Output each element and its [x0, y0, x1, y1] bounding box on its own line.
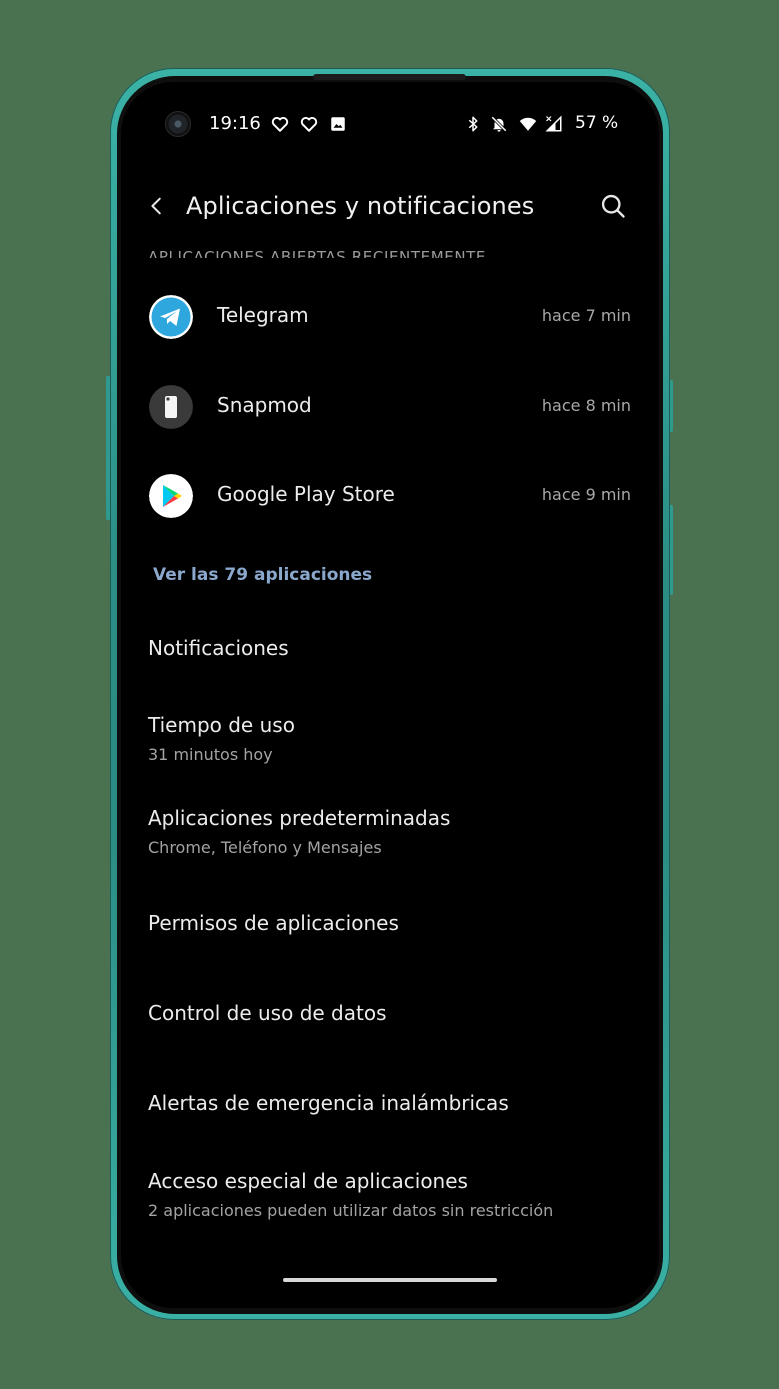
settings-item-title: Aplicaciones predeterminadas — [148, 806, 451, 830]
signal-icon — [545, 115, 562, 132]
image-icon — [331, 117, 345, 131]
settings-item-notificaciones[interactable]: Notificaciones — [148, 636, 289, 660]
section-header-recent-apps: APLICACIONES ABIERTAS RECIENTEMENTE — [148, 248, 486, 258]
app-name: Snapmod — [217, 393, 312, 417]
heart-icon — [271, 116, 289, 132]
front-camera — [165, 111, 191, 137]
settings-item-alertas-emergencia[interactable]: Alertas de emergencia inalámbricas — [148, 1091, 509, 1115]
settings-item-acceso-especial[interactable]: Acceso especial de aplicaciones 2 aplica… — [148, 1169, 553, 1220]
settings-item-title: Control de uso de datos — [148, 1001, 387, 1025]
earpiece-speaker — [313, 74, 466, 80]
app-name: Telegram — [217, 303, 309, 327]
app-last-used: hace 7 min — [541, 306, 631, 325]
arrow-back-icon[interactable] — [146, 194, 168, 218]
status-time: 19:16 — [209, 113, 261, 134]
settings-item-subtitle: Chrome, Teléfono y Mensajes — [148, 838, 382, 857]
heart-icon — [300, 116, 318, 132]
search-icon[interactable] — [599, 192, 627, 220]
phone-icon — [149, 385, 193, 429]
screen: 19:16 57 % Aplicaciones y notificaciones… — [121, 82, 659, 1308]
bluetooth-icon — [468, 116, 478, 132]
recent-app-snapmod[interactable]: Snapmod hace 8 min — [121, 367, 659, 447]
see-all-apps-link[interactable]: Ver las 79 aplicaciones — [153, 565, 372, 585]
settings-item-title: Notificaciones — [148, 636, 289, 660]
page-title: Aplicaciones y notificaciones — [186, 192, 535, 220]
settings-item-control-datos[interactable]: Control de uso de datos — [148, 1001, 387, 1025]
play-store-icon — [149, 474, 193, 518]
app-last-used: hace 8 min — [541, 396, 631, 415]
settings-item-subtitle: 31 minutos hoy — [148, 745, 273, 764]
telegram-icon — [149, 295, 193, 339]
settings-item-subtitle: 2 aplicaciones pueden utilizar datos sin… — [148, 1201, 554, 1220]
gesture-home-bar[interactable] — [283, 1278, 497, 1282]
settings-item-title: Tiempo de uso — [148, 713, 295, 737]
recent-app-telegram[interactable]: Telegram hace 7 min — [121, 277, 659, 357]
settings-item-title: Permisos de aplicaciones — [148, 911, 399, 935]
battery-level: 57 % — [575, 113, 619, 133]
settings-item-aplicaciones-predeterminadas[interactable]: Aplicaciones predeterminadas Chrome, Tel… — [148, 806, 450, 857]
settings-item-tiempo-de-uso[interactable]: Tiempo de uso 31 minutos hoy — [148, 713, 295, 764]
settings-item-permisos[interactable]: Permisos de aplicaciones — [148, 911, 399, 935]
settings-item-title: Acceso especial de aplicaciones — [148, 1169, 468, 1193]
app-last-used: hace 9 min — [541, 485, 631, 504]
bell-off-icon — [491, 116, 507, 132]
app-name: Google Play Store — [217, 482, 395, 506]
wifi-icon — [519, 117, 537, 131]
recent-app-google-play-store[interactable]: Google Play Store hace 9 min — [121, 456, 659, 536]
settings-item-title: Alertas de emergencia inalámbricas — [148, 1091, 509, 1115]
